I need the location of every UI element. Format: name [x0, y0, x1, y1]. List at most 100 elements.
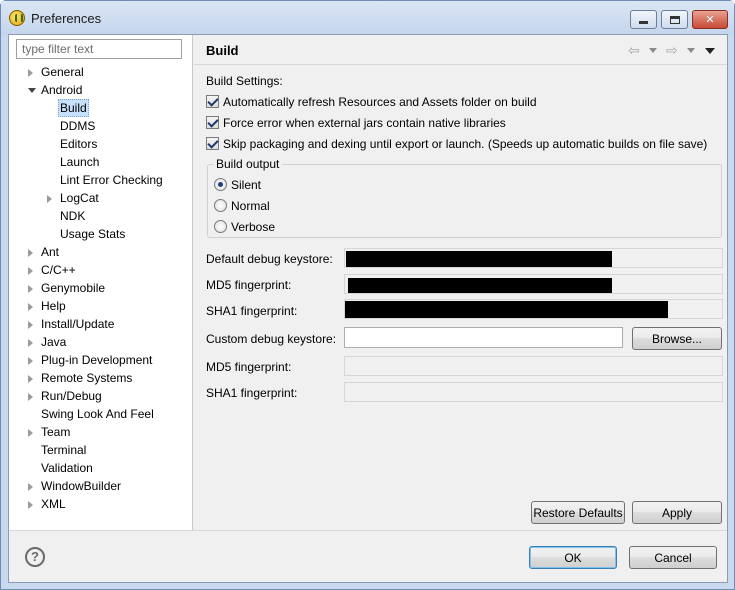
normal-label: Normal: [231, 199, 270, 213]
page-header: Build ⇦ ⇨: [194, 35, 727, 65]
tree-item-label: Editors: [60, 137, 98, 151]
auto-refresh-label: Automatically refresh Resources and Asse…: [223, 95, 537, 109]
collapsed-chevron-icon[interactable]: [28, 339, 33, 347]
back-history-dropdown-icon[interactable]: [649, 48, 657, 53]
custom-keystore-input[interactable]: [344, 327, 623, 348]
collapsed-chevron-icon[interactable]: [28, 483, 33, 491]
silent-label: Silent: [231, 178, 262, 192]
cancel-button[interactable]: Cancel: [629, 546, 717, 569]
silent-radio[interactable]: [214, 178, 227, 191]
preference-page: Build ⇦ ⇨ Build Settings: Automatically …: [194, 35, 727, 530]
build-output-group: [207, 164, 722, 238]
minimize-button[interactable]: [630, 10, 657, 29]
forward-history-dropdown-icon[interactable]: [687, 48, 695, 53]
tree-item[interactable]: Install/Update: [9, 315, 192, 333]
title-bar[interactable]: Preferences ✕: [1, 1, 734, 35]
md5-fingerprint-field[interactable]: [344, 274, 723, 294]
redaction-bar: [346, 251, 612, 267]
custom-sha1-fingerprint-field[interactable]: [344, 382, 723, 402]
tree-item[interactable]: Plug-in Development: [9, 351, 192, 369]
tree-item[interactable]: Run/Debug: [9, 387, 192, 405]
tree-item-label: Validation: [41, 461, 93, 475]
collapsed-chevron-icon[interactable]: [28, 393, 33, 401]
tree-item-label: XML: [41, 497, 66, 511]
force-error-label: Force error when external jars contain n…: [223, 116, 506, 130]
force-error-checkbox[interactable]: [206, 116, 219, 129]
forward-arrow-icon[interactable]: ⇨: [666, 42, 678, 58]
tree-item[interactable]: Swing Look And Feel: [9, 405, 192, 423]
collapsed-chevron-icon[interactable]: [28, 357, 33, 365]
collapsed-chevron-icon[interactable]: [28, 321, 33, 329]
tree-item[interactable]: Ant: [9, 243, 192, 261]
collapsed-chevron-icon[interactable]: [28, 429, 33, 437]
tree-item[interactable]: XML: [9, 495, 192, 513]
tree-item-label: Run/Debug: [41, 389, 102, 403]
tree-item[interactable]: Help: [9, 297, 192, 315]
tree-item[interactable]: WindowBuilder: [9, 477, 192, 495]
tree-item-label: Ant: [41, 245, 60, 259]
tree-item[interactable]: Remote Systems: [9, 369, 192, 387]
collapsed-chevron-icon[interactable]: [28, 267, 33, 275]
tree-item[interactable]: DDMS: [9, 117, 192, 135]
tree-item-label: NDK: [60, 209, 86, 223]
ok-button[interactable]: OK: [529, 546, 617, 569]
auto-refresh-checkbox[interactable]: [206, 95, 219, 108]
collapsed-chevron-icon[interactable]: [47, 195, 52, 203]
dialog-client-area: General Android Build DDMS Editors Launch Lint…: [8, 34, 728, 583]
collapsed-chevron-icon[interactable]: [28, 69, 33, 77]
tree-item[interactable]: General: [9, 63, 192, 81]
tree-item-label: Terminal: [41, 443, 87, 457]
tree-item[interactable]: Lint Error Checking: [9, 171, 192, 189]
browse-button[interactable]: Browse...: [632, 327, 722, 350]
tree-item-label: Build: [58, 99, 89, 117]
apply-button[interactable]: Apply: [632, 501, 722, 524]
tree-item[interactable]: Team: [9, 423, 192, 441]
verbose-label: Verbose: [231, 220, 276, 234]
dialog-button-bar: ? OK Cancel: [9, 530, 727, 582]
help-question-icon[interactable]: ?: [25, 547, 45, 567]
maximize-button[interactable]: [661, 10, 688, 29]
tree-item[interactable]: Launch: [9, 153, 192, 171]
collapsed-chevron-icon[interactable]: [28, 501, 33, 509]
verbose-radio[interactable]: [214, 220, 227, 233]
tree-item[interactable]: Usage Stats: [9, 225, 192, 243]
close-button[interactable]: ✕: [692, 10, 728, 29]
custom-md5-fingerprint-field[interactable]: [344, 356, 723, 376]
tree-item-label: Launch: [60, 155, 100, 169]
collapsed-chevron-icon[interactable]: [28, 303, 33, 311]
preference-tree-pane: General Android Build DDMS Editors Launch Lint…: [9, 35, 193, 530]
tree-item-label: Help: [41, 299, 66, 313]
tree-item-label: Usage Stats: [60, 227, 126, 241]
tree-item[interactable]: NDK: [9, 207, 192, 225]
expanded-chevron-icon[interactable]: [28, 88, 36, 93]
tree-item[interactable]: Terminal: [9, 441, 192, 459]
tree-item[interactable]: LogCat: [9, 189, 192, 207]
maximize-icon: [669, 15, 680, 24]
tree-item-label: Swing Look And Feel: [41, 407, 154, 421]
normal-radio[interactable]: [214, 199, 227, 212]
preferences-window: Preferences ✕ General Android Build DDMS Edi…: [0, 0, 735, 590]
tree-item[interactable]: C/C++: [9, 261, 192, 279]
tree-item-label: Android: [41, 83, 83, 97]
restore-defaults-button[interactable]: Restore Defaults: [531, 501, 625, 524]
tree-item-label: WindowBuilder: [41, 479, 122, 493]
collapsed-chevron-icon[interactable]: [28, 375, 33, 383]
tree-item-label: Lint Error Checking: [60, 173, 163, 187]
default-keystore-field[interactable]: [344, 248, 723, 268]
collapsed-chevron-icon[interactable]: [28, 285, 33, 293]
tree-item[interactable]: Android: [9, 81, 192, 99]
tree-item[interactable]: Validation: [9, 459, 192, 477]
tree-item[interactable]: Build: [9, 99, 192, 117]
filter-input[interactable]: [16, 39, 182, 59]
view-menu-icon[interactable]: [705, 48, 715, 54]
custom-md5-fingerprint-label: MD5 fingerprint:: [206, 360, 292, 374]
collapsed-chevron-icon[interactable]: [28, 249, 33, 257]
sha1-fingerprint-field[interactable]: [344, 299, 723, 319]
tree-item[interactable]: Editors: [9, 135, 192, 153]
custom-keystore-label: Custom debug keystore:: [206, 332, 337, 346]
tree-item[interactable]: Genymobile: [9, 279, 192, 297]
skip-packaging-checkbox[interactable]: [206, 137, 219, 150]
tree-item[interactable]: Java: [9, 333, 192, 351]
back-arrow-icon[interactable]: ⇦: [628, 42, 640, 58]
redaction-bar: [345, 301, 668, 318]
